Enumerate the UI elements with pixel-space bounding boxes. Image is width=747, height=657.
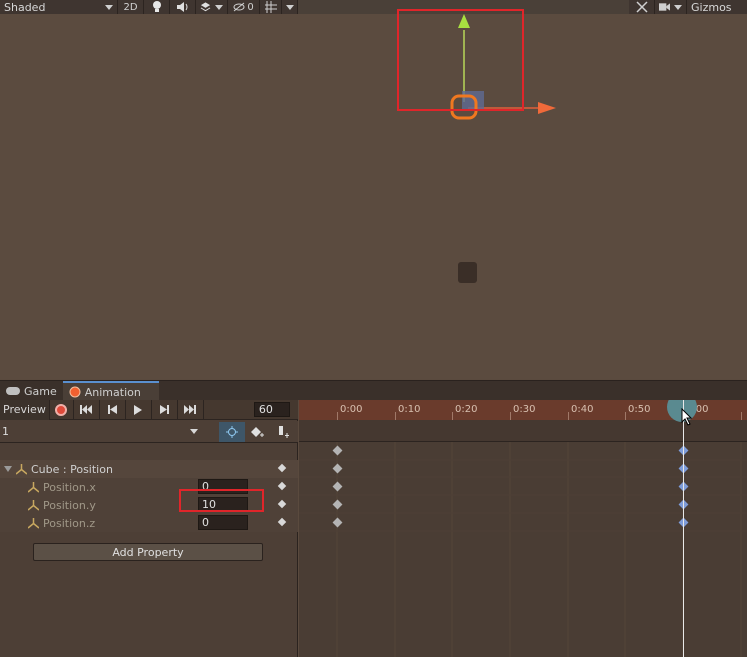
annotation-box-position-y [179, 489, 264, 512]
mode-2d-button[interactable]: 2D [118, 0, 144, 14]
property-row-position-z[interactable]: Position.z 0 [0, 514, 298, 532]
property-label: Position.z [43, 516, 96, 530]
transform-icon [28, 517, 39, 529]
ruler-label: 0:00 [340, 404, 363, 415]
ruler-tick [337, 412, 338, 420]
mouse-cursor-icon [681, 408, 693, 426]
scene-view[interactable] [0, 9, 747, 379]
keyframe-toggle-icon[interactable] [277, 463, 287, 473]
first-keyframe-button[interactable] [74, 399, 100, 420]
add-event-icon [279, 425, 289, 438]
property-label: Position.x [43, 480, 96, 494]
ruler-label: 0:20 [455, 404, 478, 415]
cube-shadow [458, 262, 477, 283]
record-icon [55, 403, 68, 416]
x-axis-handle-icon [538, 102, 556, 114]
previous-keyframe-button[interactable] [100, 399, 126, 420]
tab-game-label: Game [24, 384, 57, 398]
tab-game[interactable]: Game [0, 381, 63, 401]
chevron-down-icon [105, 4, 113, 10]
gamepad-icon [6, 387, 20, 395]
transform-icon [28, 499, 39, 511]
skip-last-icon [184, 405, 197, 414]
ruler-tick [510, 412, 511, 420]
animation-icon [69, 386, 81, 398]
ruler-label: 0:30 [513, 404, 536, 415]
keyframe-toggle-icon[interactable] [277, 499, 287, 509]
tab-animation-label: Animation [84, 385, 141, 399]
tab-animation[interactable]: Animation [62, 381, 159, 401]
camera-icon[interactable] [655, 0, 687, 14]
crosshair-icon [226, 425, 238, 438]
ruler-tick [741, 412, 742, 420]
lighting-toggle-icon[interactable] [144, 0, 170, 14]
grid-options-dropdown[interactable] [282, 0, 298, 14]
chevron-down-icon [215, 4, 223, 10]
annotation-box-gizmo [397, 9, 524, 111]
play-button[interactable] [126, 399, 152, 420]
property-group-label: Cube : Position [31, 462, 113, 476]
shading-mode-label: Shaded [4, 0, 46, 14]
dopesheet-timeline[interactable]: 0:00 0:10 0:20 0:30 0:40 0:50 1:00 [299, 400, 747, 657]
ruler-tick [568, 412, 569, 420]
ruler-label: 0:10 [398, 404, 421, 415]
step-back-icon [107, 405, 117, 414]
chevron-down-icon [285, 4, 294, 10]
add-property-button[interactable]: Add Property [33, 543, 263, 561]
position-z-field[interactable]: 0 [198, 515, 248, 530]
animation-property-panel: Preview 60 1 Cube: Position Position.x … [0, 399, 298, 657]
playback-controls: Preview 60 [0, 399, 298, 420]
audio-toggle-icon[interactable] [170, 0, 196, 14]
grid-snapping-button[interactable] [260, 0, 282, 14]
record-button[interactable] [50, 399, 74, 420]
ruler-tick [395, 412, 396, 420]
summary-track [299, 420, 747, 442]
ruler-label: 0:50 [628, 404, 651, 415]
preview-button[interactable]: Preview [0, 399, 50, 420]
scene-toolbar: Shaded 2D 0 Gizmos [0, 0, 747, 14]
tools-icon[interactable] [629, 0, 655, 14]
keyframe-toggle-icon[interactable] [277, 481, 287, 491]
property-group-row[interactable]: Cube : Position [0, 460, 298, 478]
clip-name: 1 [2, 425, 9, 438]
property-label: Position.y [43, 498, 96, 512]
transform-icon [16, 463, 27, 475]
clip-select[interactable]: 1 [0, 422, 204, 442]
ruler-label: 0:40 [571, 404, 594, 415]
play-icon [134, 404, 143, 415]
gizmos-dropdown[interactable]: Gizmos [687, 0, 747, 14]
editor-tab-bar: Game Animation [0, 380, 747, 401]
add-event-button[interactable] [271, 422, 297, 442]
skip-first-icon [80, 405, 93, 414]
keyframe-toggle-icon[interactable] [277, 517, 287, 527]
frame-input[interactable]: 60 [253, 402, 290, 417]
step-forward-icon [159, 405, 169, 414]
playhead-line[interactable] [683, 400, 684, 657]
hidden-count: 0 [247, 1, 254, 13]
last-keyframe-button[interactable] [178, 399, 204, 420]
shading-mode-dropdown[interactable]: Shaded [0, 0, 118, 14]
filter-selection-button[interactable] [219, 421, 245, 442]
scene-visibility-button[interactable]: 0 [228, 0, 260, 14]
ruler-tick [625, 412, 626, 420]
chevron-down-icon [674, 4, 682, 10]
transform-icon [28, 481, 39, 493]
add-keyframe-button[interactable] [245, 422, 271, 442]
ruler-tick [452, 412, 453, 420]
expand-triangle-icon[interactable] [4, 466, 12, 472]
next-keyframe-button[interactable] [152, 399, 178, 420]
effects-toggle-icon[interactable] [196, 0, 228, 14]
clip-toolbar: 1 [0, 421, 298, 443]
gizmos-label: Gizmos [691, 0, 732, 14]
add-keyframe-icon [251, 426, 264, 437]
chevron-down-icon [190, 429, 198, 434]
